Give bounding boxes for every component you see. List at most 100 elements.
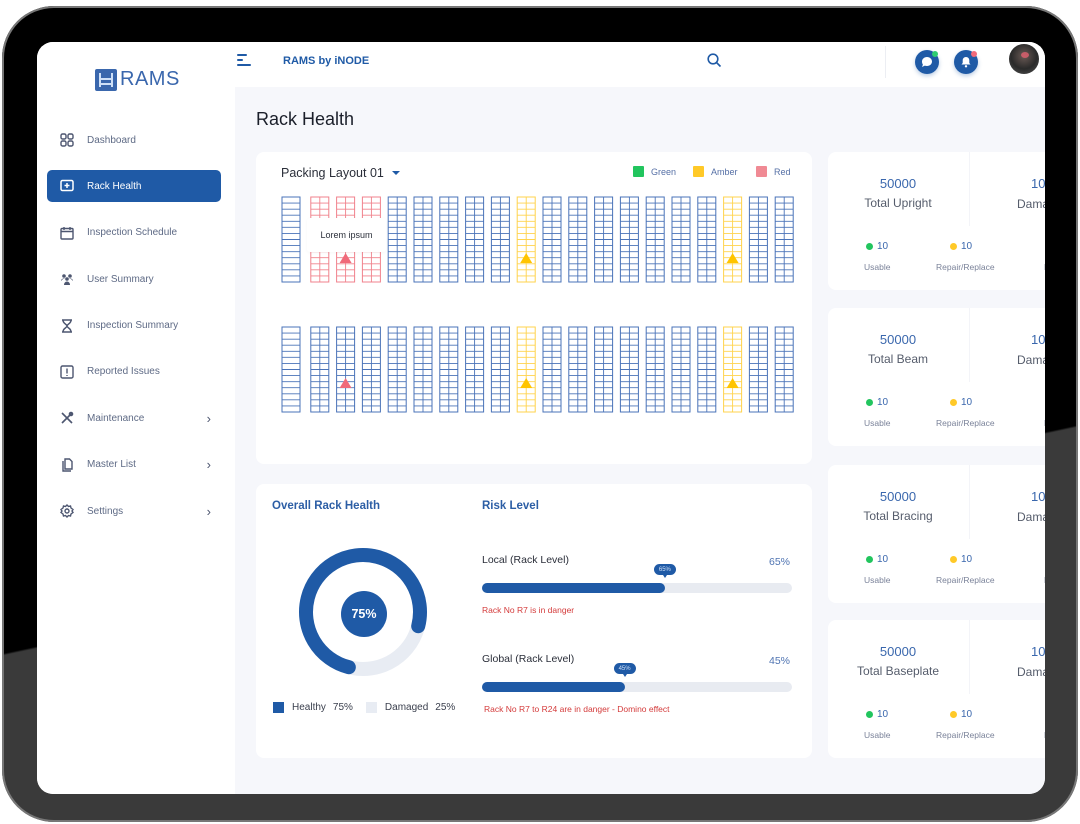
bell-icon [961, 57, 971, 68]
rack-column[interactable] [281, 196, 301, 283]
sidebar-item-label: Settings [87, 505, 124, 517]
stat-damaged-value: 10 [1031, 644, 1045, 659]
rack-column[interactable] [723, 326, 743, 413]
rack-column[interactable] [310, 326, 330, 413]
rack-column[interactable] [619, 326, 639, 413]
rack-column[interactable] [774, 326, 794, 413]
rack-column[interactable] [387, 326, 407, 413]
grid-icon [59, 132, 75, 148]
rack-column[interactable] [645, 326, 665, 413]
rack-column[interactable] [490, 196, 510, 283]
user-avatar[interactable] [1009, 44, 1039, 74]
rack-column[interactable] [516, 326, 536, 413]
warning-icon[interactable] [339, 378, 352, 388]
rack-column[interactable] [281, 326, 301, 413]
chat-icon [922, 57, 932, 67]
sidebar-item-master-list[interactable]: Master List › [47, 449, 221, 481]
stat-third-label: R [1044, 730, 1045, 740]
sidebar-item-inspection-summary[interactable]: Inspection Summary [47, 310, 221, 342]
rack-column[interactable] [619, 196, 639, 283]
warning-icon[interactable] [726, 378, 739, 388]
rack-column[interactable] [361, 326, 381, 413]
rack-column[interactable] [723, 196, 743, 283]
usable-dot [866, 556, 873, 563]
stat-usable-label: Usable [864, 575, 891, 585]
notifications-button[interactable] [954, 50, 978, 74]
stat-third-label: R [1044, 575, 1045, 585]
stat-repair-value: 10 [961, 554, 973, 565]
rack-column[interactable] [568, 196, 588, 283]
rack-column[interactable] [336, 326, 356, 413]
rack-column[interactable] [413, 326, 433, 413]
rack-column[interactable] [697, 326, 717, 413]
stat-total-value: 50000 [879, 332, 917, 347]
stat-total-label: Total Baseplate [856, 664, 940, 678]
rack-column[interactable] [697, 196, 717, 283]
app-title: RAMS by iNODE [283, 55, 370, 67]
repair-dot [950, 399, 957, 406]
logo[interactable]: RAMS [95, 68, 180, 91]
stat-repair-label: Repair/Replace [936, 575, 995, 585]
usable-dot [866, 243, 873, 250]
rack-column[interactable] [568, 326, 588, 413]
stat-third-label: R [1044, 418, 1045, 428]
stat-damaged-label: Dama [1017, 665, 1045, 679]
rack-tooltip: Lorem ipsum [307, 218, 386, 252]
stat-repair-label: Repair/Replace [936, 418, 995, 428]
users-icon [59, 271, 75, 287]
rack-column[interactable] [439, 196, 459, 283]
legend-healthy-label: Healthy [292, 702, 326, 713]
rack-column[interactable] [465, 196, 485, 283]
usable-dot [866, 399, 873, 406]
sidebar-item-maintenance[interactable]: Maintenance › [47, 402, 221, 434]
risk-bubble: 45% [613, 663, 636, 677]
stat-total-value: 50000 [879, 489, 917, 504]
rack-column[interactable] [439, 326, 459, 413]
stat-total-value: 50000 [879, 176, 917, 191]
sidebar-item-inspection-schedule[interactable]: Inspection Schedule [47, 217, 221, 249]
rack-column[interactable] [748, 196, 768, 283]
hamburger-menu-icon[interactable] [237, 54, 251, 66]
rack-column[interactable] [413, 196, 433, 283]
stat-usable: 10 [866, 397, 888, 408]
rack-column[interactable] [774, 196, 794, 283]
stat-usable-label: Usable [864, 262, 891, 272]
rack-column[interactable] [387, 196, 407, 283]
donut-center-value: 75% [341, 591, 387, 637]
rack-column[interactable] [490, 326, 510, 413]
chat-button[interactable] [915, 50, 939, 74]
warning-icon[interactable] [520, 378, 533, 388]
search-icon[interactable] [707, 53, 722, 68]
sidebar-item-dashboard[interactable]: Dashboard [47, 124, 221, 156]
rack-column[interactable] [748, 326, 768, 413]
legend-damaged-label: Damaged [384, 702, 429, 713]
sidebar-item-settings[interactable]: Settings › [47, 495, 221, 527]
rack-column[interactable] [465, 326, 485, 413]
sidebar-item-label: Master List [87, 459, 136, 471]
rack-column[interactable] [671, 326, 691, 413]
stat-usable: 10 [866, 241, 888, 252]
copy-icon [59, 457, 75, 473]
repair-dot [950, 243, 957, 250]
rack-column[interactable] [516, 196, 536, 283]
repair-dot [950, 556, 957, 563]
risk-progress-bar [482, 583, 792, 593]
rack-column[interactable] [671, 196, 691, 283]
rack-logo-icon [95, 68, 117, 91]
rack-column[interactable] [542, 326, 562, 413]
sidebar-item-reported-issues[interactable]: Reported Issues [47, 356, 221, 388]
topbar: RAMS by iNODE [235, 42, 1045, 87]
sidebar: RAMS Dashboard Rack Health Inspection Sc… [37, 42, 235, 794]
risk-title: Risk Level [482, 500, 539, 512]
risk-progress-fill [482, 682, 625, 692]
rack-column[interactable] [594, 326, 614, 413]
rack-column[interactable] [594, 196, 614, 283]
stat-repair-label: Repair/Replace [936, 262, 995, 272]
alert-square-icon [59, 364, 75, 380]
risk-label: Global (Rack Level) [482, 653, 575, 665]
sidebar-item-user-summary[interactable]: User Summary [47, 263, 221, 295]
rack-column[interactable] [645, 196, 665, 283]
rack-column[interactable] [542, 196, 562, 283]
sidebar-item-label: Dashboard [87, 134, 136, 146]
sidebar-item-rack-health[interactable]: Rack Health [47, 170, 221, 203]
